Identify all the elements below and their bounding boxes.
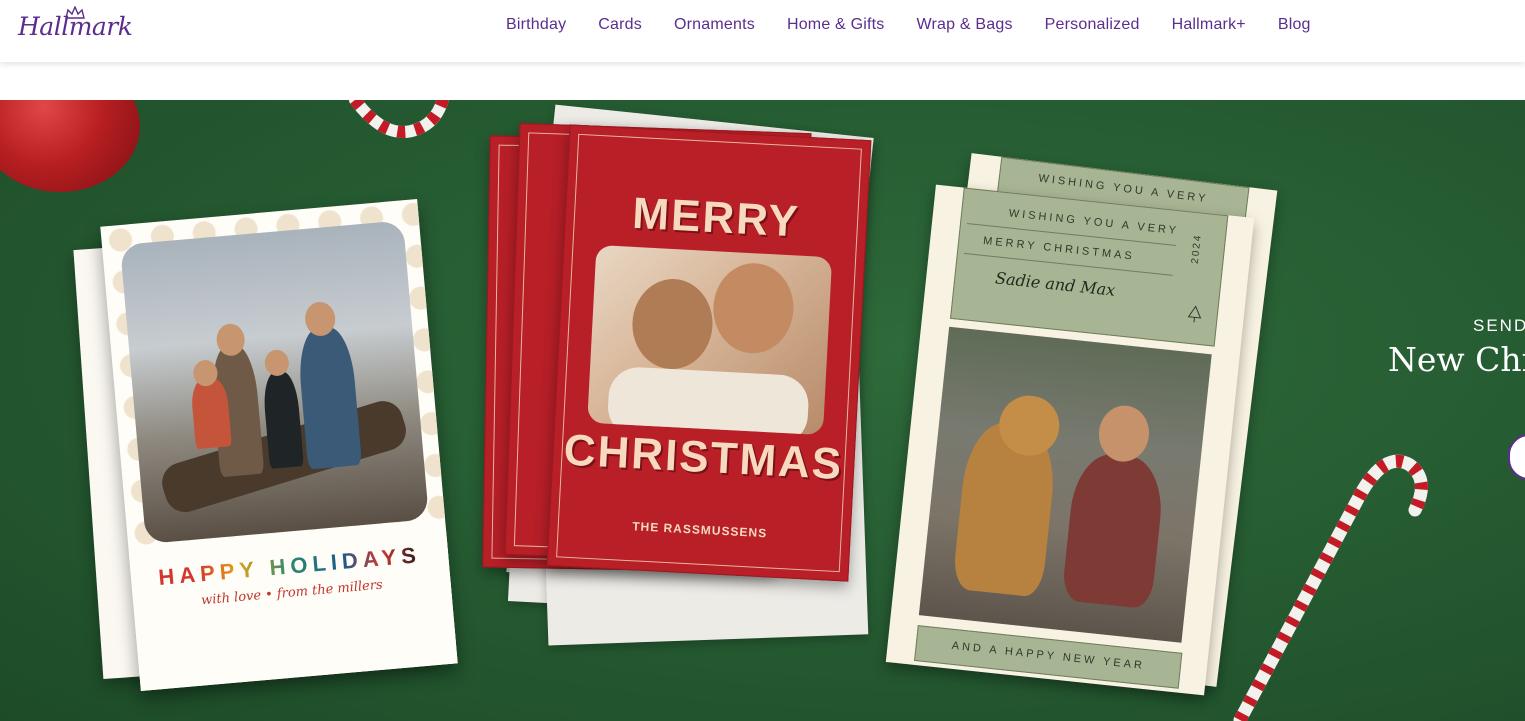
nav-ornaments[interactable]: Ornaments [658, 16, 771, 34]
tree-icon [1187, 305, 1202, 323]
candy-cane-right [1233, 454, 1428, 721]
logo-wordmark: Hallmark [18, 12, 133, 41]
happy-new-year-text: AND A HAPPY NEW YEAR [951, 639, 1146, 673]
main-nav: Birthday Cards Ornaments Home & Gifts Wr… [490, 0, 1327, 50]
merry-christmas-card[interactable]: MERRY CHRISTMAS THE RASSMUSSENS [546, 124, 872, 582]
couple-photo [587, 244, 833, 436]
dog-photo [918, 326, 1212, 643]
hero-eyebrow: SEND [1473, 316, 1525, 335]
nav-personalized[interactable]: Personalized [1029, 16, 1156, 34]
hallmark-logo[interactable]: Hallmark [18, 6, 138, 50]
year-text: 2024 [1189, 233, 1204, 265]
hero-cta-button[interactable] [1508, 434, 1525, 480]
hero-title: New Chri [1388, 340, 1525, 379]
nav-wrap-bags[interactable]: Wrap & Bags [900, 16, 1028, 34]
greeting-band: WISHING YOU A VERY MERRY CHRISTMAS Sadie… [950, 187, 1229, 347]
person-father [296, 325, 363, 470]
nav-blog[interactable]: Blog [1262, 16, 1327, 34]
family-photo [119, 220, 430, 544]
woman-shape [1061, 450, 1167, 610]
red-ornament [0, 100, 140, 192]
happy-holidays-card[interactable]: HAPPY HOLIDAYS with love • from the mill… [100, 199, 458, 691]
merry-christmas-text: MERRY CHRISTMAS [982, 234, 1136, 263]
nav-birthday[interactable]: Birthday [490, 16, 582, 34]
sadie-max-card[interactable]: WISHING YOU A VERY MERRY CHRISTMAS Sadie… [885, 184, 1255, 696]
hero-banner[interactable]: HAPPY HOLIDAYS with love • from the mill… [0, 100, 1525, 721]
nav-cards[interactable]: Cards [582, 16, 658, 34]
nav-home-gifts[interactable]: Home & Gifts [771, 16, 901, 34]
site-header: Hallmark Birthday Cards Ornaments Home &… [0, 0, 1525, 62]
person-boy [261, 370, 304, 469]
holiday-card-footer: HAPPY HOLIDAYS with love • from the mill… [129, 527, 458, 691]
nav-hallmark-plus[interactable]: Hallmark+ [1156, 16, 1262, 34]
candy-cane-top [349, 100, 449, 138]
